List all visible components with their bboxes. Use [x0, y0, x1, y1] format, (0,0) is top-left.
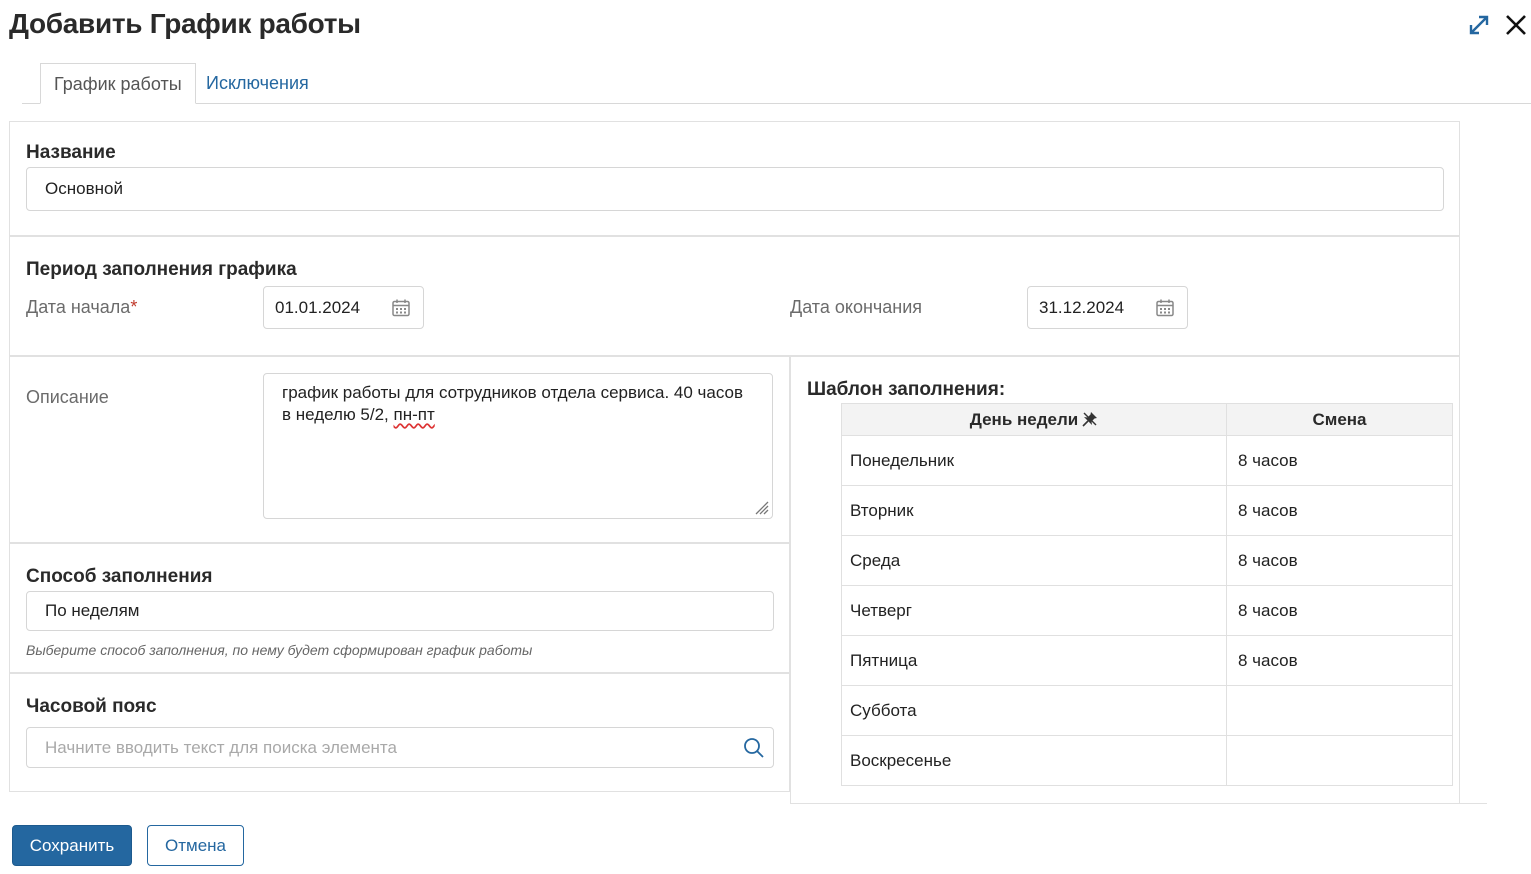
template-label: Шаблон заполнения:	[807, 379, 1006, 400]
period-label: Период заполнения графика	[26, 259, 297, 280]
name-input[interactable]: Основной	[26, 167, 1444, 211]
fill-method-value: По неделям	[45, 601, 140, 620]
calendar-icon[interactable]	[391, 298, 411, 318]
description-label: Описание	[26, 387, 109, 407]
fill-method-hint: Выберите способ заполнения, по нему буде…	[26, 642, 533, 658]
table-row[interactable]: Понедельник 8 часов	[841, 435, 1453, 486]
column-header-day[interactable]: День недели	[841, 403, 1227, 436]
dialog-title: Добавить График работы	[9, 8, 361, 39]
table-row[interactable]: Четверг 8 часов	[841, 585, 1453, 636]
expand-icon[interactable]	[1466, 12, 1492, 38]
table-row[interactable]: Вторник 8 часов	[841, 485, 1453, 536]
timezone-placeholder: Начните вводить текст для поиска элемент…	[45, 737, 397, 757]
end-date-label: Дата окончания	[790, 297, 923, 317]
end-date-value: 31.12.2024	[1039, 297, 1125, 317]
name-label: Название	[26, 142, 116, 163]
fill-method-label: Способ заполнения	[26, 566, 213, 587]
resize-handle-icon[interactable]	[753, 499, 769, 515]
column-header-shift[interactable]: Смена	[1226, 403, 1453, 436]
divider	[790, 803, 1487, 804]
cancel-button[interactable]: Отмена	[147, 825, 244, 866]
schedule-table: День недели Смена Понедельник 8 часов Вто…	[841, 403, 1453, 786]
day-cell: Четверг	[841, 585, 1227, 636]
table-row[interactable]: Воскресенье	[841, 735, 1453, 786]
timezone-search-input[interactable]: Начните вводить текст для поиска элемент…	[26, 727, 774, 768]
start-date-value: 01.01.2024	[275, 297, 361, 317]
description-textarea[interactable]: график работы для сотрудников отдела сер…	[263, 373, 773, 519]
save-button[interactable]: Сохранить	[12, 825, 132, 866]
table-row[interactable]: Среда 8 часов	[841, 535, 1453, 586]
day-cell: Среда	[841, 535, 1227, 586]
day-cell: Суббота	[841, 685, 1227, 736]
shift-cell[interactable]	[1226, 735, 1453, 786]
tab-schedule[interactable]: График работы	[40, 63, 196, 104]
name-panel: Название Основной	[9, 121, 1460, 236]
fill-method-select[interactable]: По неделям	[26, 591, 774, 631]
table-row[interactable]: Пятница 8 часов	[841, 635, 1453, 686]
end-date-input[interactable]: 31.12.2024	[1027, 286, 1188, 329]
search-icon[interactable]	[743, 737, 765, 759]
start-date-input[interactable]: 01.01.2024	[263, 286, 424, 329]
close-icon[interactable]	[1503, 12, 1529, 38]
required-mark: *	[130, 297, 138, 317]
calendar-icon[interactable]	[1155, 298, 1175, 318]
shift-cell[interactable]: 8 часов	[1226, 485, 1453, 536]
tab-bar: График работы Исключения	[22, 63, 1531, 104]
fill-method-panel: Способ заполнения По неделям Выберите сп…	[9, 543, 790, 673]
day-cell: Пятница	[841, 635, 1227, 686]
start-date-label: Дата начала*	[26, 297, 138, 317]
pin-icon[interactable]	[1082, 411, 1098, 427]
day-cell: Понедельник	[841, 435, 1227, 486]
tab-exceptions[interactable]: Исключения	[193, 63, 322, 104]
misspelled-word: пн-пт	[393, 405, 435, 424]
name-value: Основной	[45, 179, 123, 198]
table-row[interactable]: Суббота	[841, 685, 1453, 736]
shift-cell[interactable]: 8 часов	[1226, 585, 1453, 636]
timezone-panel: Часовой пояс Начните вводить текст для п…	[9, 673, 790, 792]
shift-cell[interactable]	[1226, 685, 1453, 736]
day-cell: Воскресенье	[841, 735, 1227, 786]
description-panel: Описание график работы для сотрудников о…	[9, 356, 790, 543]
day-cell: Вторник	[841, 485, 1227, 536]
shift-cell[interactable]: 8 часов	[1226, 635, 1453, 686]
timezone-label: Часовой пояс	[26, 696, 157, 717]
shift-cell[interactable]: 8 часов	[1226, 435, 1453, 486]
shift-cell[interactable]: 8 часов	[1226, 535, 1453, 586]
period-panel: Период заполнения графика Дата начала* 0…	[9, 236, 1460, 356]
